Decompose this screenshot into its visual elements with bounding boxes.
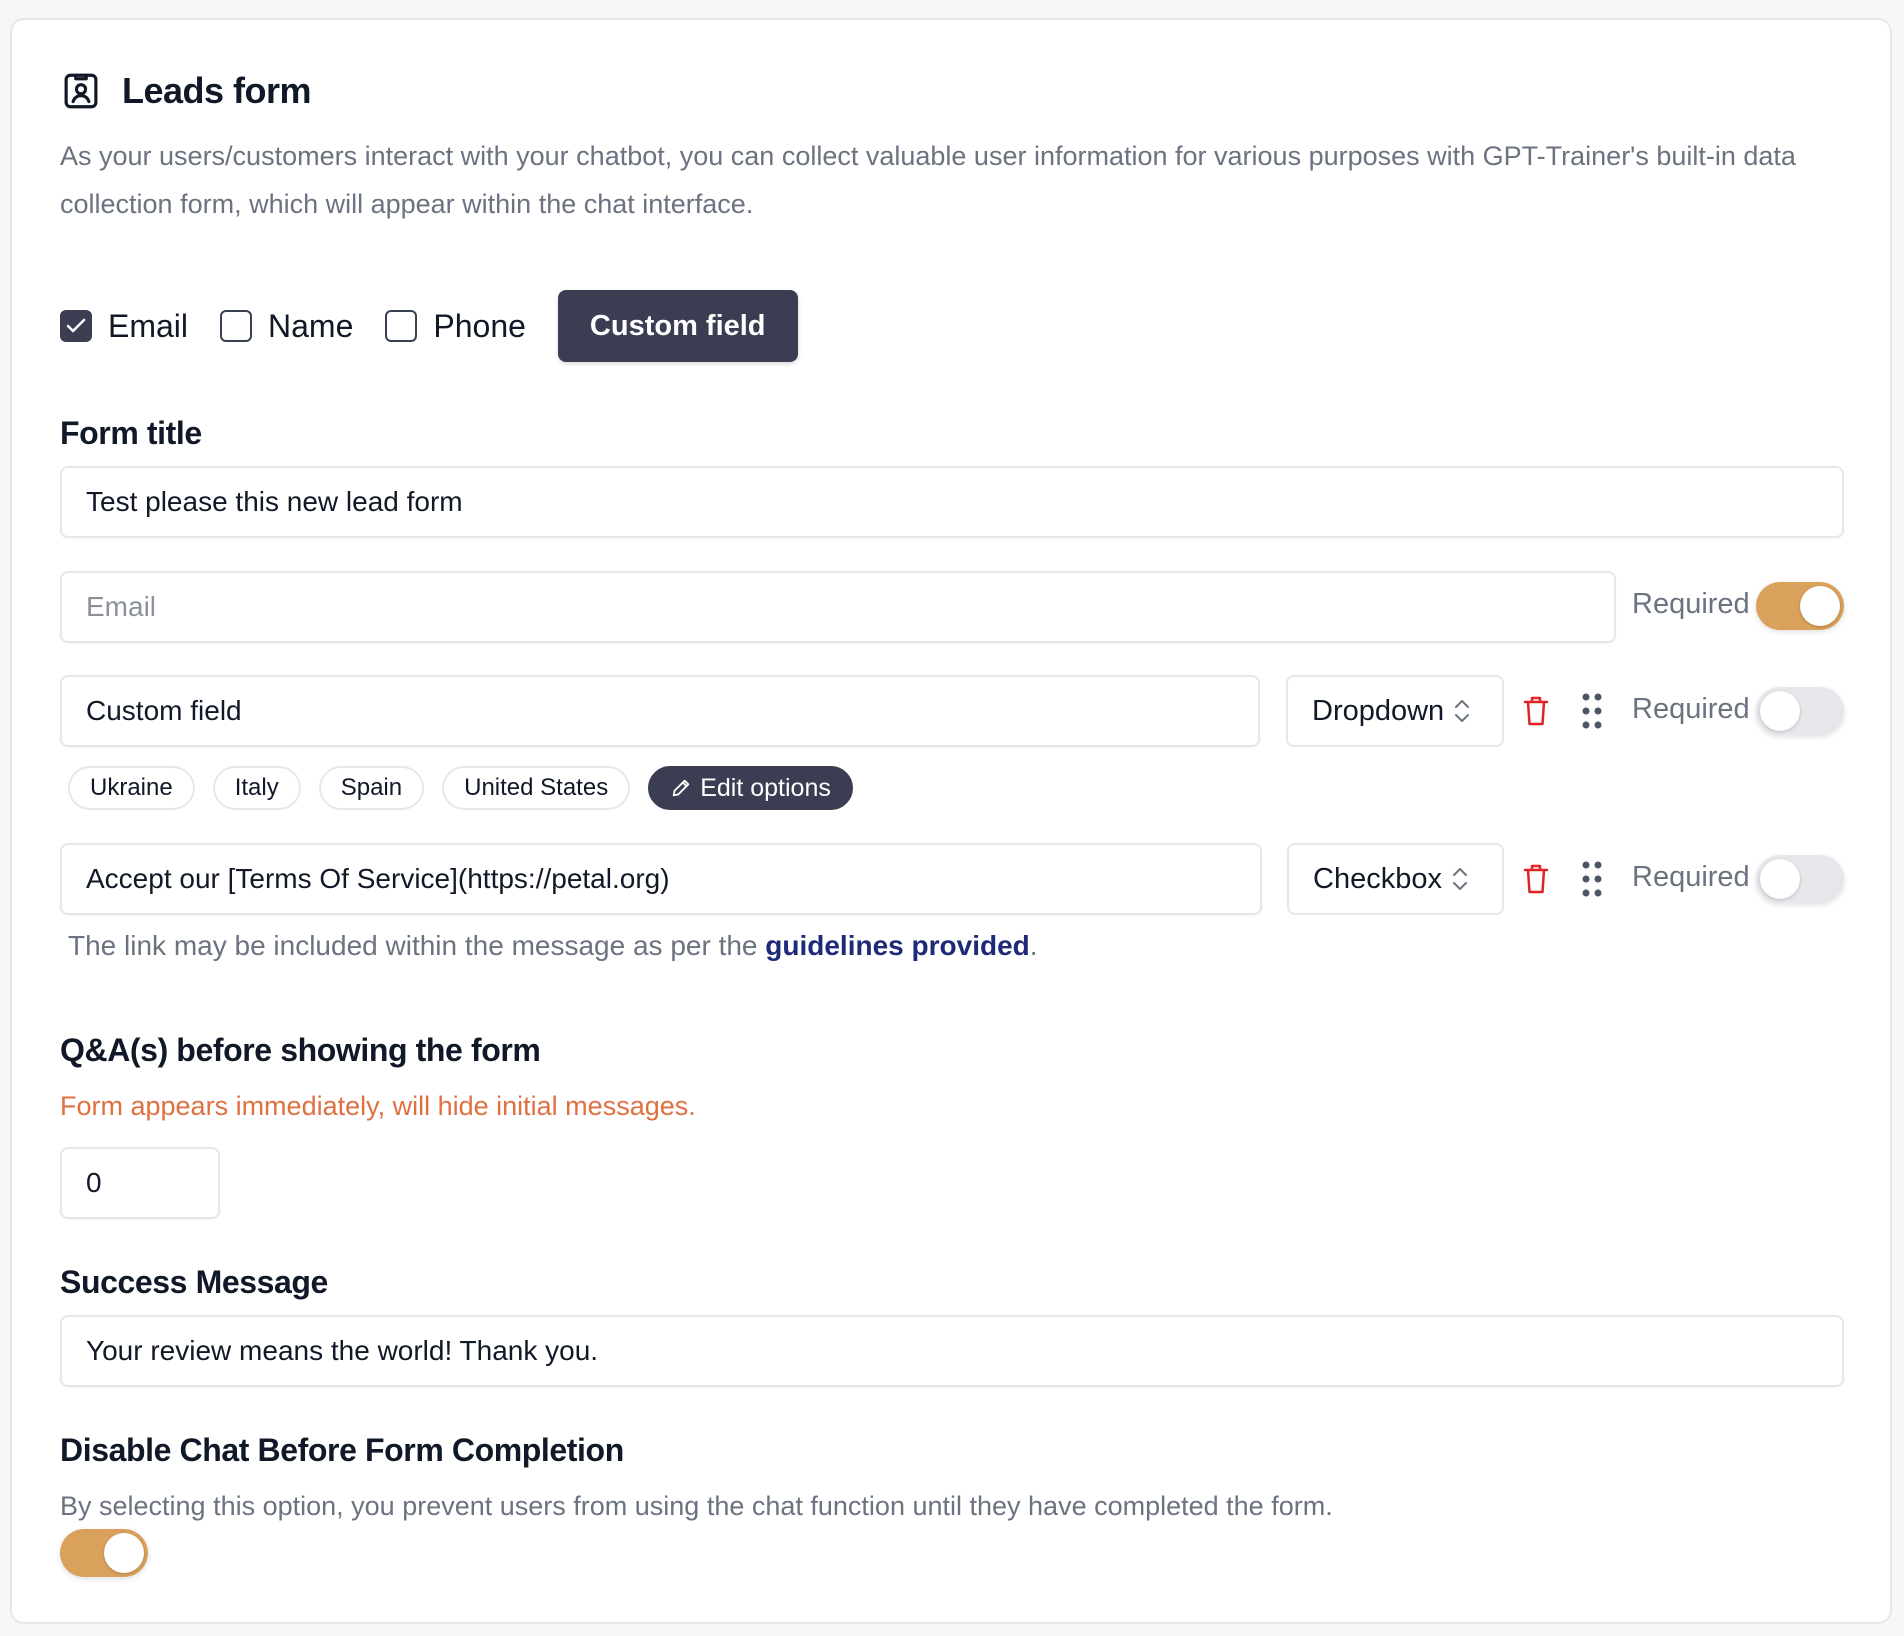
required-label: Required bbox=[1632, 861, 1750, 893]
custom-field-input[interactable]: Custom field bbox=[60, 675, 1260, 747]
custom-field-required-toggle[interactable] bbox=[1756, 687, 1844, 735]
disable-chat-description: By selecting this option, you prevent us… bbox=[60, 1491, 1333, 1521]
disable-chat-label: Disable Chat Before Form Completion bbox=[60, 1432, 624, 1468]
drag-handle-button[interactable] bbox=[1576, 691, 1608, 731]
delete-field-button[interactable] bbox=[1520, 859, 1552, 899]
required-label: Required bbox=[1632, 693, 1750, 725]
checkbox-box[interactable] bbox=[220, 310, 253, 342]
checkbox-field-input[interactable]: Accept our [Terms Of Service](https://pe… bbox=[60, 843, 1262, 915]
toggle-knob bbox=[1760, 859, 1800, 899]
edit-options-label: Edit options bbox=[700, 773, 831, 802]
form-title-label: Form title bbox=[60, 415, 202, 451]
success-message-input[interactable]: Your review means the world! Thank you. bbox=[60, 1315, 1844, 1387]
name-checkbox[interactable]: Name bbox=[220, 308, 353, 345]
qa-section-label: Q&A(s) before showing the form bbox=[60, 1032, 541, 1068]
required-label: Required bbox=[1632, 588, 1750, 620]
checkbox-label: Name bbox=[268, 307, 354, 344]
delete-field-button[interactable] bbox=[1520, 691, 1552, 731]
user-badge-icon bbox=[64, 73, 98, 109]
checkbox-label: Email bbox=[108, 307, 189, 344]
toggle-knob bbox=[1760, 691, 1800, 731]
guidelines-link[interactable]: guidelines provided bbox=[765, 930, 1029, 961]
field-type-select[interactable]: Dropdown bbox=[1286, 675, 1504, 747]
pencil-icon bbox=[672, 779, 690, 797]
drag-handle-icon bbox=[1582, 693, 1602, 729]
page-title: Leads form bbox=[122, 70, 312, 111]
checkbox-field-required-toggle[interactable] bbox=[1756, 855, 1844, 903]
toggle-knob bbox=[104, 1533, 144, 1573]
field-type-select[interactable]: Checkbox bbox=[1287, 843, 1504, 915]
disable-chat-toggle[interactable] bbox=[60, 1529, 148, 1577]
trash-icon bbox=[1523, 864, 1549, 894]
add-custom-field-button[interactable]: Custom field bbox=[557, 290, 798, 362]
qa-count-input[interactable]: 0 bbox=[60, 1147, 220, 1219]
option-chip: United States bbox=[442, 766, 631, 810]
link-hint-prefix: The link may be included within the mess… bbox=[68, 930, 766, 961]
checkbox-box[interactable] bbox=[60, 310, 92, 342]
email-required-toggle[interactable] bbox=[1756, 582, 1844, 630]
section-description: As your users/customers interact with yo… bbox=[60, 141, 1796, 219]
dropdown-options-list: Ukraine Italy Spain United States Edit o… bbox=[68, 766, 853, 810]
email-checkbox[interactable]: Email bbox=[60, 308, 188, 345]
chevron-up-down-icon bbox=[1452, 868, 1467, 890]
link-hint: The link may be included within the mess… bbox=[68, 930, 1038, 962]
email-field-input[interactable]: Email bbox=[60, 571, 1616, 643]
leads-form-card: Leads form As your users/customers inter… bbox=[10, 18, 1892, 1624]
drag-handle-button[interactable] bbox=[1576, 859, 1608, 899]
option-chip: Ukraine bbox=[68, 766, 195, 810]
chevron-up-down-icon bbox=[1455, 700, 1470, 722]
phone-checkbox[interactable]: Phone bbox=[385, 308, 526, 345]
drag-handle-icon bbox=[1582, 861, 1602, 897]
option-chip: Italy bbox=[212, 766, 301, 810]
edit-options-button[interactable]: Edit options bbox=[648, 766, 853, 810]
success-message-label: Success Message bbox=[60, 1264, 328, 1300]
field-type-value: Checkbox bbox=[1313, 862, 1442, 895]
field-selector-row: Email Name Phone Custom field bbox=[60, 290, 798, 362]
form-title-input[interactable]: Test please this new lead form bbox=[60, 466, 1844, 538]
checkmark-icon bbox=[66, 318, 86, 333]
checkbox-label: Phone bbox=[433, 307, 526, 344]
qa-warning-text: Form appears immediately, will hide init… bbox=[60, 1091, 696, 1121]
toggle-knob bbox=[1800, 586, 1840, 626]
option-chip: Spain bbox=[318, 766, 425, 810]
link-hint-suffix: . bbox=[1029, 930, 1038, 961]
trash-icon bbox=[1523, 696, 1549, 726]
field-type-value: Dropdown bbox=[1312, 694, 1445, 727]
section-header: Leads form bbox=[60, 70, 312, 112]
checkbox-box[interactable] bbox=[385, 310, 418, 342]
